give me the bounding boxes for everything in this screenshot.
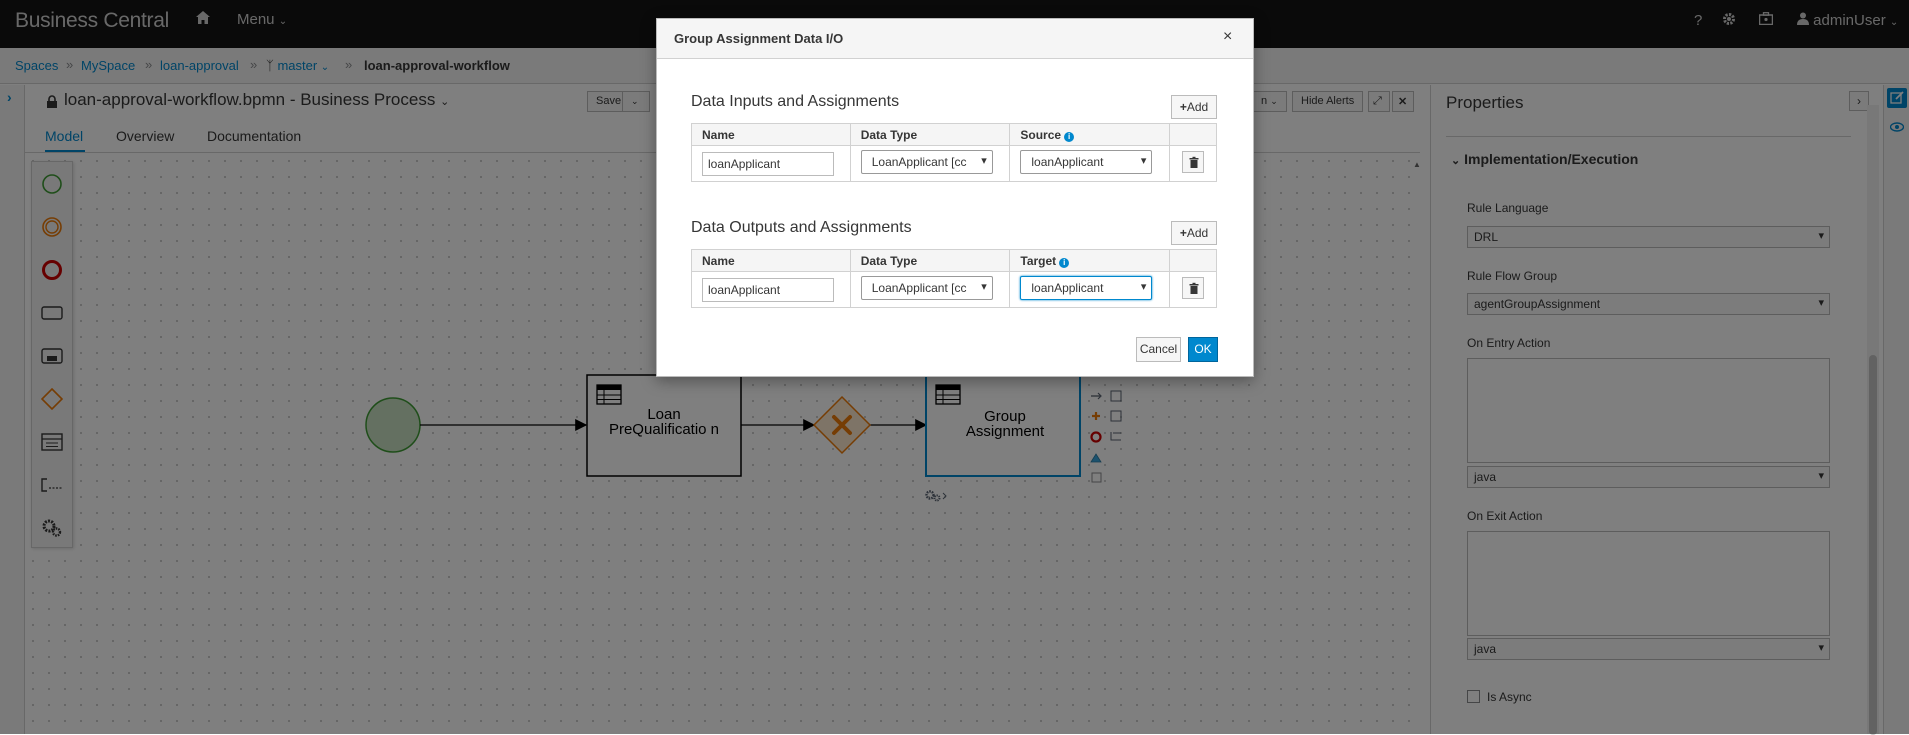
chevron-down-icon: ▾ <box>1140 281 1147 293</box>
chevron-down-icon: ▾ <box>981 155 987 167</box>
cell-data-type: LoanApplicant [cc ▾ <box>849 145 1011 182</box>
data-outputs-table: Name Data Type Targeti LoanApplicant [cc… <box>691 249 1217 308</box>
column-header-actions <box>1169 123 1217 146</box>
input-data-type-select[interactable]: LoanApplicant [cc ▾ <box>860 150 993 174</box>
delete-output-button[interactable] <box>1182 277 1205 299</box>
info-icon[interactable]: i <box>1064 131 1075 142</box>
input-name-field[interactable] <box>702 151 834 176</box>
target-value: loanApplicant <box>1031 281 1104 295</box>
data-inputs-table: Name Data Type Sourcei LoanApplicant [cc… <box>691 123 1217 182</box>
chevron-down-icon: ▾ <box>1140 155 1147 167</box>
dialog-header: Group Assignment Data I/O × <box>657 19 1253 59</box>
close-icon[interactable]: × <box>1223 28 1232 46</box>
add-input-label: Add <box>1186 100 1209 114</box>
cell-data-type: LoanApplicant [cc ▾ <box>849 271 1011 308</box>
source-label: Source <box>1020 127 1062 142</box>
cancel-button[interactable]: Cancel <box>1136 337 1181 362</box>
plus-icon: + <box>1179 226 1187 240</box>
cell-actions <box>1169 271 1217 308</box>
column-header-data-type: Data Type <box>849 249 1011 272</box>
column-header-actions <box>1169 249 1217 272</box>
column-header-target: Target i <box>1009 249 1171 272</box>
source-value: loanApplicant <box>1031 155 1104 169</box>
cell-source: loanApplicant ▾ <box>1009 145 1171 182</box>
target-label: Target <box>1020 253 1057 268</box>
data-outputs-title: Data Outputs and Assignments <box>691 219 912 236</box>
trash-icon <box>1189 156 1199 168</box>
output-data-type-select[interactable]: LoanApplicant [cc ▾ <box>860 276 993 300</box>
column-header-name: Name <box>691 249 851 272</box>
info-icon[interactable]: i <box>1059 257 1070 268</box>
data-inputs-title: Data Inputs and Assignments <box>691 93 900 110</box>
table-header-row: Name Data Type Source i <box>691 123 1217 146</box>
cell-target: loanApplicant ▾ <box>1009 271 1171 308</box>
column-header-name: Name <box>691 123 851 146</box>
output-name-field[interactable] <box>702 277 834 302</box>
dialog-title: Group Assignment Data I/O <box>674 31 844 46</box>
add-input-button[interactable]: +Add <box>1171 95 1217 119</box>
add-output-label: Add <box>1186 226 1209 240</box>
plus-icon: + <box>1179 100 1187 114</box>
cell-name <box>691 145 851 182</box>
data-type-value: LoanApplicant [cc <box>871 155 967 169</box>
data-type-value: LoanApplicant [cc <box>871 281 967 295</box>
chevron-down-icon: ▾ <box>981 281 987 293</box>
column-header-data-type: Data Type <box>849 123 1011 146</box>
delete-input-button[interactable] <box>1182 151 1205 173</box>
table-row: LoanApplicant [cc ▾ loanApplicant ▾ <box>691 271 1217 308</box>
output-target-select[interactable]: loanApplicant ▾ <box>1020 276 1153 300</box>
column-header-source: Source i <box>1009 123 1171 146</box>
add-output-button[interactable]: +Add <box>1171 221 1217 245</box>
ok-button[interactable]: OK <box>1188 337 1218 362</box>
table-row: LoanApplicant [cc ▾ loanApplicant ▾ <box>691 145 1217 182</box>
data-io-dialog: Group Assignment Data I/O × Data Inputs … <box>656 18 1254 377</box>
input-source-select[interactable]: loanApplicant ▾ <box>1020 150 1153 174</box>
cell-name <box>691 271 851 308</box>
trash-icon <box>1189 282 1199 294</box>
cell-actions <box>1169 145 1217 182</box>
table-header-row: Name Data Type Target i <box>691 249 1217 272</box>
